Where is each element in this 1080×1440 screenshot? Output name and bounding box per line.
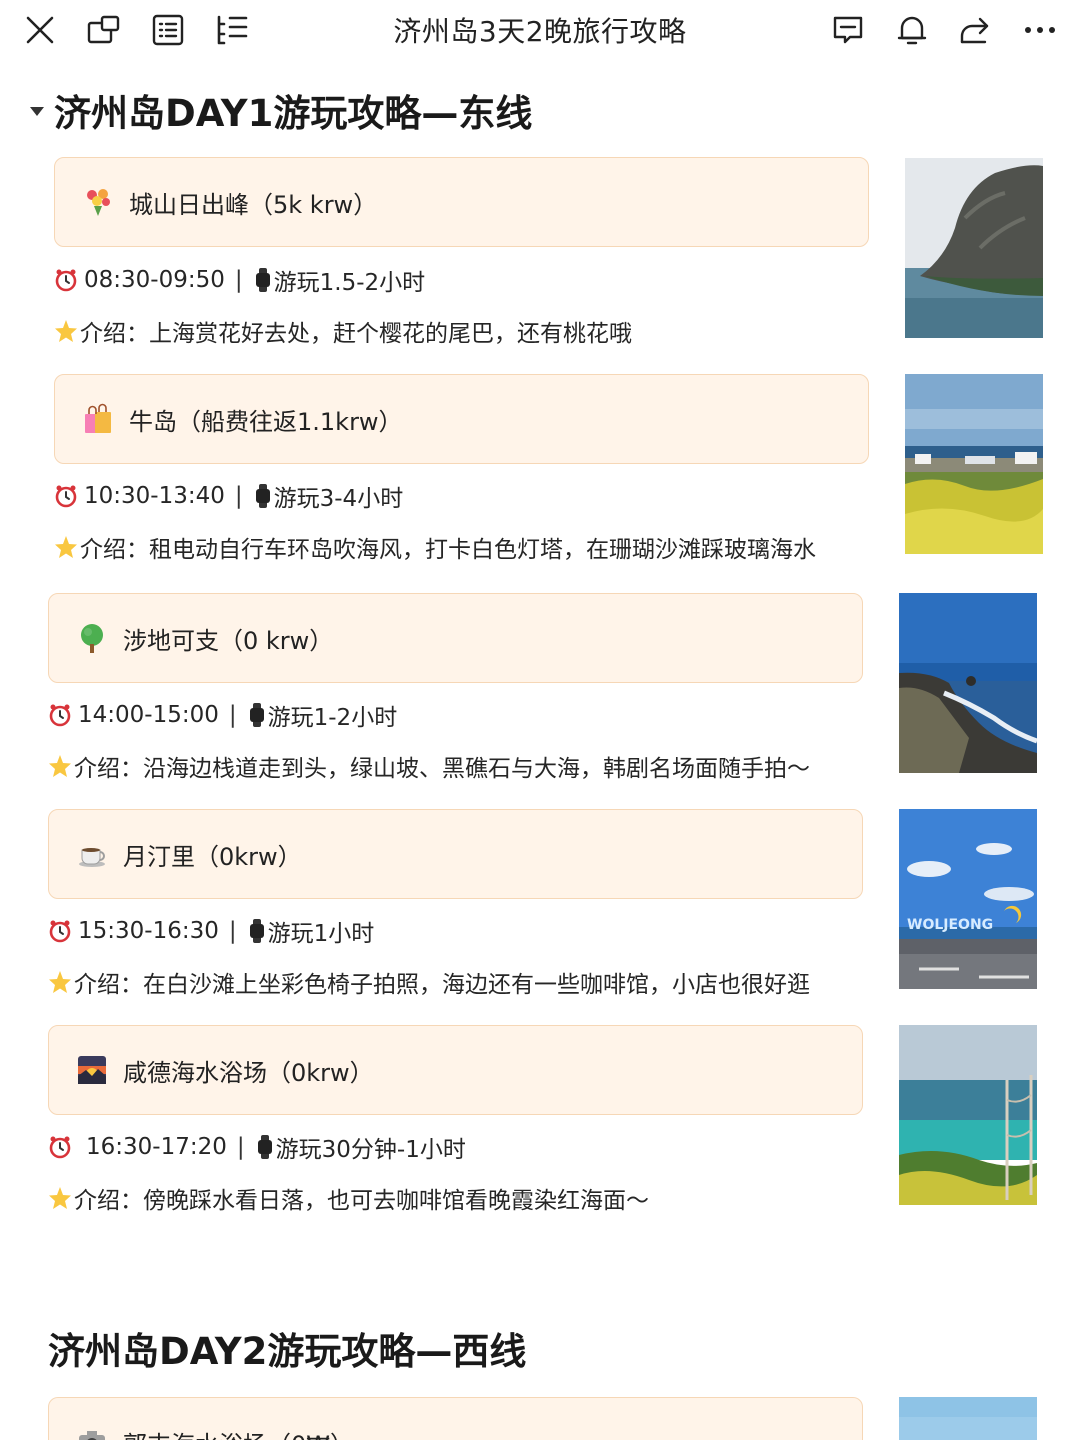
camera-emoji-icon [75, 1425, 109, 1440]
sunset-emoji-icon [75, 1053, 109, 1087]
alarm-clock-icon [49, 920, 71, 943]
spot-name: 牛岛（船费往返1.1krw） [129, 407, 403, 436]
spot-intro-line: 介绍：租电动自行车环岛吹海风，打卡白色灯塔，在珊瑚沙滩踩玻璃海水 [54, 529, 816, 565]
spot-time: 16:30-17:20 [86, 1134, 227, 1160]
day1-heading[interactable]: 济州岛DAY1游玩攻略—东线 [30, 82, 532, 138]
list-icon[interactable] [146, 8, 190, 52]
share-icon[interactable] [954, 8, 998, 52]
spot-intro-line: 介绍：沿海边栈道走到头，绿山坡、黑礁石与大海，韩剧名场面随手拍～ [48, 748, 810, 784]
watch-icon [249, 919, 264, 943]
photo-sign-text: WOLJEONG [907, 917, 993, 933]
spot-intro-line: 介绍：傍晚踩水看日落，也可去咖啡馆看晚霞染红海面～ [48, 1180, 649, 1216]
divider: | [234, 483, 243, 509]
shopping-bags-emoji-icon [81, 402, 115, 436]
alarm-clock-icon [55, 269, 77, 292]
outline-icon[interactable] [210, 8, 254, 52]
spot-time-line: 08:30-09:50 | 游玩1.5-2小时 [54, 262, 425, 298]
spot-intro-line: 介绍：在白沙滩上坐彩色椅子拍照，海边还有一些咖啡馆，小店也很好逛 [48, 964, 810, 1000]
spot-card-4[interactable]: 月汀里（0krw） [48, 809, 863, 899]
divider: | [236, 1134, 245, 1160]
glowing-star-icon [49, 1187, 71, 1209]
divider: | [234, 267, 243, 293]
spot-time-line: 16:30-17:20 | 游玩30分钟-1小时 [48, 1129, 466, 1165]
spot-duration: 游玩1-2小时 [267, 705, 398, 731]
coffee-emoji-icon [75, 837, 109, 871]
watch-icon [255, 484, 270, 508]
spot-time-line: 15:30-16:30 | 游玩1小时 [48, 913, 374, 949]
top-toolbar: 济州岛3天2晚旅行攻略 [0, 0, 1080, 64]
spot-intro-line: 介绍：上海赏花好去处，赶个樱花的尾巴，还有桃花哦 [54, 313, 632, 349]
spot-time: 10:30-13:40 [84, 483, 225, 509]
bouquet-emoji-icon [81, 185, 115, 219]
watch-icon [249, 703, 264, 727]
spot-card-2[interactable]: 牛岛（船费往返1.1krw） [54, 374, 869, 464]
spot-intro: 介绍：沿海边栈道走到头，绿山坡、黑礁石与大海，韩剧名场面随手拍～ [74, 756, 810, 782]
glowing-star-icon [55, 320, 77, 342]
spot-time: 15:30-16:30 [78, 918, 219, 944]
spot-time: 08:30-09:50 [84, 267, 225, 293]
spot-photo-udo[interactable] [905, 374, 1043, 554]
glowing-star-icon [55, 536, 77, 558]
spot-photo-seongsan[interactable] [905, 158, 1043, 338]
divider: | [228, 918, 237, 944]
window-icon[interactable] [82, 8, 126, 52]
glowing-star-icon [49, 755, 71, 777]
spot-duration: 游玩1.5-2小时 [273, 270, 426, 296]
spot-card-3[interactable]: 涉地可支（0 krw） [48, 593, 863, 683]
spot-intro: 介绍：租电动自行车环岛吹海风，打卡白色灯塔，在珊瑚沙滩踩玻璃海水 [80, 537, 816, 563]
alarm-clock-icon [49, 1136, 71, 1159]
day2-heading[interactable]: 济州岛DAY2游玩攻略—西线 [48, 1320, 526, 1376]
spot-time-line: 14:00-15:00 | 游玩1-2小时 [48, 697, 397, 733]
day1-heading-text: 济州岛DAY1游玩攻略—东线 [54, 92, 533, 135]
watch-icon [255, 268, 270, 292]
spot-intro: 介绍：在白沙滩上坐彩色椅子拍照，海边还有一些咖啡馆，小店也很好逛 [74, 972, 810, 998]
spot-card-5[interactable]: 咸德海水浴场（0krw） [48, 1025, 863, 1115]
spot-intro: 介绍：上海赏花好去处，赶个樱花的尾巴，还有桃花哦 [80, 321, 632, 347]
spot-duration: 游玩3-4小时 [273, 486, 404, 512]
spot-intro: 介绍：傍晚踩水看日落，也可去咖啡馆看晚霞染红海面～ [74, 1188, 649, 1214]
spot-time-line: 10:30-13:40 | 游玩3-4小时 [54, 478, 403, 514]
spot-photo-day2-1[interactable] [899, 1397, 1037, 1440]
spot-duration: 游玩30分钟-1小时 [275, 1137, 466, 1163]
spot-name: 郭支海水浴场（0₩） [123, 1425, 354, 1440]
spot-photo-hamdeok[interactable] [899, 1025, 1037, 1205]
divider: | [228, 702, 237, 728]
spot-time: 14:00-15:00 [78, 702, 219, 728]
spot-name: 咸德海水浴场（0krw） [123, 1058, 374, 1087]
spot-name: 月汀里（0krw） [123, 842, 302, 871]
collapse-caret-icon[interactable] [30, 106, 44, 116]
spot-name: 城山日出峰（5k krw） [129, 190, 378, 219]
spot-card-1[interactable]: 城山日出峰（5k krw） [54, 157, 869, 247]
glowing-star-icon [49, 971, 71, 993]
alarm-clock-icon [49, 704, 71, 727]
spot-duration: 游玩1小时 [267, 921, 375, 947]
bell-icon[interactable] [890, 8, 934, 52]
spot-photo-seopjikoji[interactable] [899, 593, 1037, 773]
alarm-clock-icon [55, 485, 77, 508]
spot-card-day2-1[interactable]: 郭支海水浴场（0₩） [48, 1397, 863, 1440]
tree-emoji-icon [75, 621, 109, 655]
watch-icon [257, 1135, 272, 1159]
more-icon[interactable] [1018, 8, 1062, 52]
spot-name: 涉地可支（0 krw） [123, 626, 334, 655]
close-icon[interactable] [18, 8, 62, 52]
spot-photo-woljeongri[interactable]: WOLJEONG [899, 809, 1037, 989]
comment-icon[interactable] [826, 8, 870, 52]
